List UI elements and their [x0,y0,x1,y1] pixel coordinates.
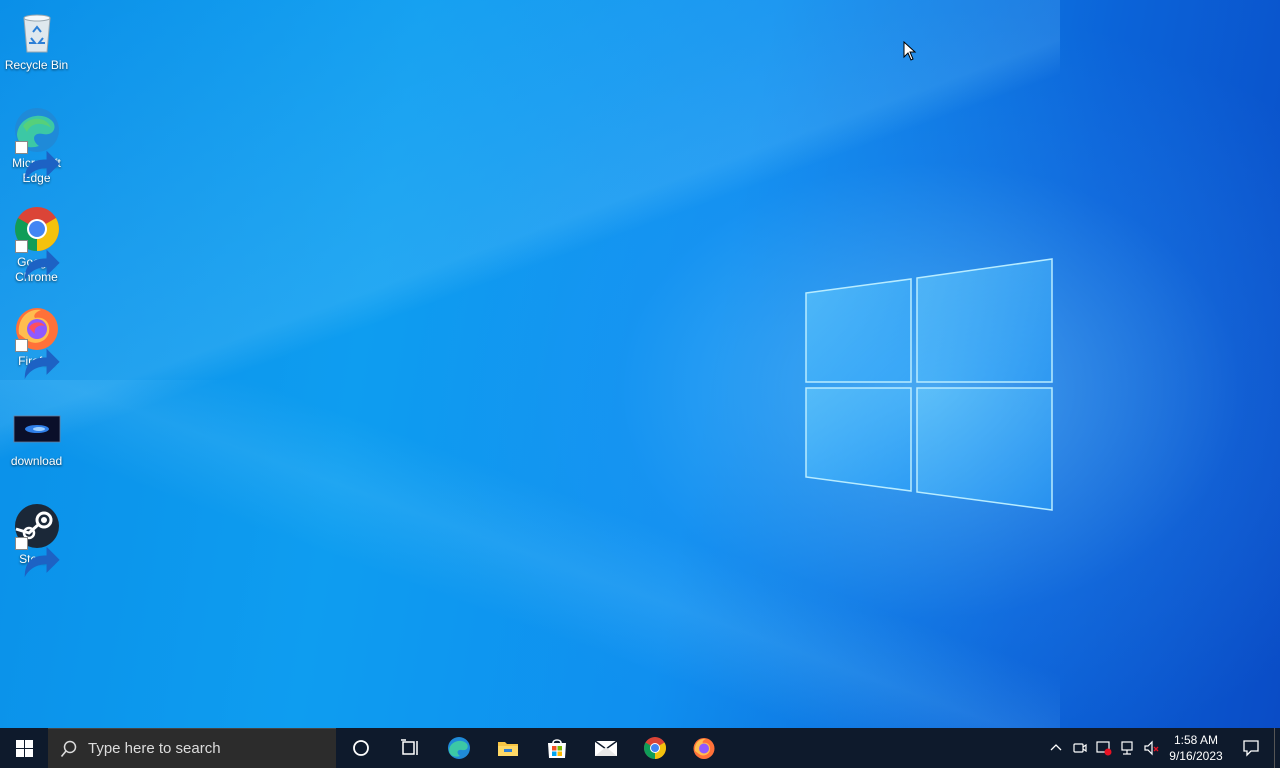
taskbar: Type here to search 1:58 AM 9/16/2023 [0,728,1280,768]
edge-icon [447,737,470,759]
network-icon [1121,741,1133,755]
meet-now-button[interactable] [1068,728,1092,768]
desktop-background[interactable]: Recycle Bin Microsoft Edge [0,0,1280,728]
task-view-icon [400,739,418,755]
image-file-icon [13,404,61,452]
chrome-icon [643,737,666,759]
taskbar-mail-button[interactable] [581,728,630,768]
steam-icon [13,502,61,578]
task-view-button[interactable] [385,728,434,768]
windows-start-icon [15,739,33,757]
action-center-button[interactable] [1228,728,1274,768]
chrome-icon [13,205,61,281]
desktop-icon-microsoft-edge[interactable]: Microsoft Edge [0,106,73,186]
mouse-cursor-icon [903,41,917,61]
clock-date: 9/16/2023 [1169,749,1223,763]
microsoft-store-icon [547,739,566,758]
shortcut-arrow-icon [14,141,60,182]
volume-button[interactable] [1140,728,1164,768]
shortcut-arrow-icon [14,339,60,380]
file-explorer-icon [497,742,518,756]
taskbar-firefox-button[interactable] [679,728,728,768]
windows-logo-wallpaper [805,258,1053,511]
desktop-icon-recycle-bin[interactable]: Recycle Bin [0,8,73,73]
start-button[interactable] [0,728,48,768]
taskbar-file-explorer-button[interactable] [483,728,532,768]
taskbar-search-box[interactable]: Type here to search [48,728,336,768]
network-button[interactable] [1116,728,1140,768]
desktop-icon-steam[interactable]: Steam [0,502,73,578]
shortcut-arrow-icon [14,240,60,281]
desktop-icon-download[interactable]: download [0,404,73,469]
security-alert-icon [1096,741,1112,756]
desktop-icon-firefox[interactable]: Firefox [0,304,73,380]
search-icon [60,740,77,757]
desktop-icon-label: Recycle Bin [4,58,69,72]
search-placeholder: Type here to search [88,740,221,757]
taskbar-chrome-button[interactable] [630,728,679,768]
cortana-icon [352,740,369,756]
desktop-icon-label: download [10,454,63,468]
firefox-icon [693,738,714,759]
firefox-icon [13,304,61,380]
clock-time: 1:58 AM [1173,733,1219,747]
edge-icon [13,106,61,182]
desktop-icon-google-chrome[interactable]: Google Chrome [0,205,73,285]
shortcut-arrow-icon [14,537,60,578]
notification-icon [1243,740,1259,757]
show-desktop-button[interactable] [1274,728,1280,768]
show-hidden-icons-button[interactable] [1044,728,1068,768]
taskbar-edge-button[interactable] [434,728,483,768]
chevron-up-icon [1050,744,1062,751]
security-button[interactable] [1092,728,1116,768]
cortana-button[interactable] [336,728,385,768]
volume-muted-icon [1144,740,1159,756]
meet-now-icon [1073,743,1087,753]
taskbar-store-button[interactable] [532,728,581,768]
system-tray: 1:58 AM 9/16/2023 [1044,728,1280,768]
recycle-bin-icon [13,8,61,56]
mail-icon [594,740,617,756]
taskbar-clock[interactable]: 1:58 AM 9/16/2023 [1164,732,1228,764]
